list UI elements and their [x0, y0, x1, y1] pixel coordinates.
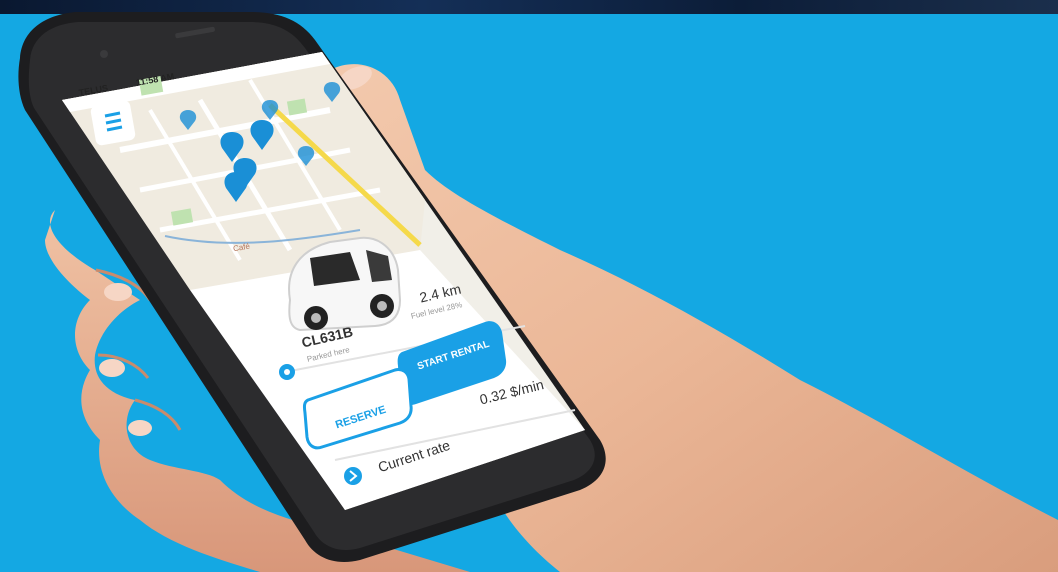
smartphone	[18, 12, 606, 562]
info-icon	[279, 364, 295, 380]
menu-icon[interactable]	[90, 100, 136, 146]
chevron-right-icon[interactable]	[344, 467, 362, 485]
